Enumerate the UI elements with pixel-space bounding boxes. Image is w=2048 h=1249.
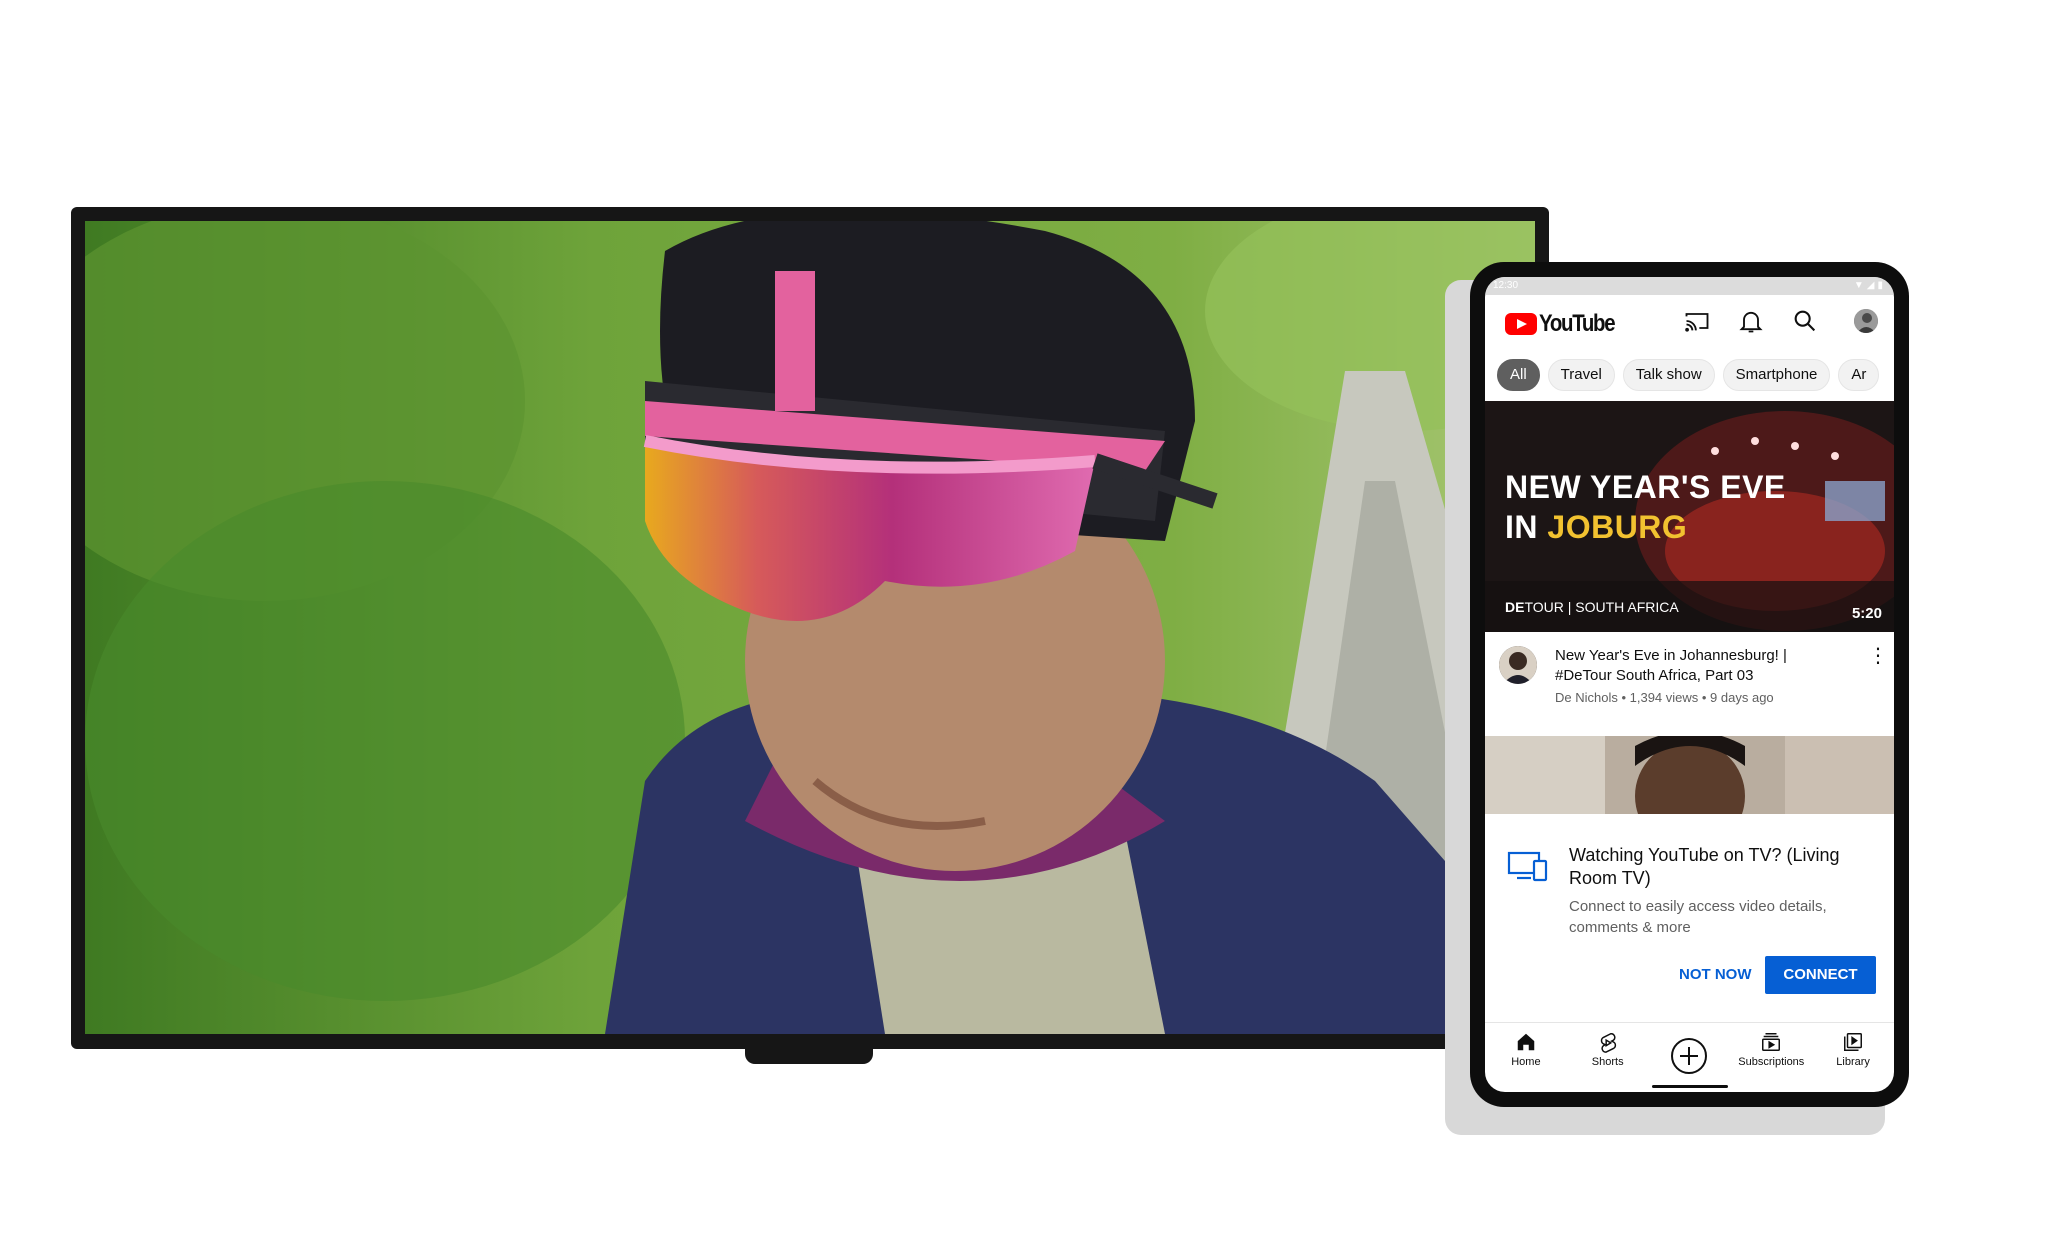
youtube-play-icon [1505, 313, 1537, 335]
nav-library[interactable]: Library [1812, 1023, 1894, 1083]
phone: 12:30 ▼◢▮ YouTube All Travel Talk show S… [1470, 262, 1909, 1107]
thumbnail-title-highlight: JOBURG [1547, 509, 1688, 545]
status-time: 12:30 [1493, 280, 1519, 291]
thumbnail-brand-bold: DE [1505, 599, 1525, 615]
tv [71, 207, 1549, 1049]
youtube-logo-text: YouTube [1539, 310, 1616, 337]
more-options-icon[interactable]: ⋮ [1868, 646, 1888, 670]
video-details[interactable]: New Year's Eve in Johannesburg! | #DeTou… [1485, 632, 1894, 736]
avatar[interactable] [1854, 309, 1878, 333]
library-icon [1844, 1033, 1863, 1051]
nav-shorts[interactable]: Shorts [1567, 1023, 1649, 1083]
bottom-nav: Home Shorts Subscriptions Library [1485, 1023, 1894, 1092]
dialog-body: Connect to easily access video details, … [1569, 898, 1827, 936]
chip-ar[interactable]: Ar [1838, 359, 1880, 391]
youtube-logo[interactable]: YouTube [1505, 310, 1628, 338]
nav-subscriptions-label: Subscriptions [1738, 1056, 1805, 1068]
dialog-title: Watching YouTube on TV? (Living Room TV) [1569, 845, 1840, 888]
thumbnail-title-line1: NEW YEAR'S EVE [1505, 469, 1786, 505]
nav-home-label: Home [1511, 1056, 1541, 1068]
subscriptions-icon [1762, 1033, 1781, 1051]
app-bar: YouTube [1485, 295, 1894, 347]
nav-create[interactable] [1649, 1023, 1731, 1083]
chip-travel[interactable]: Travel [1547, 359, 1615, 391]
thumbnail-brand-rest: TOUR | SOUTH AFRICA [1524, 599, 1679, 615]
video-metadata: De Nichols • 1,394 views • 9 days ago [1555, 690, 1774, 705]
chip-smartphone[interactable]: Smartphone [1722, 359, 1831, 391]
next-video-thumbnail[interactable] [1485, 736, 1894, 814]
nav-shorts-label: Shorts [1591, 1056, 1624, 1068]
shorts-icon [1600, 1033, 1616, 1053]
not-now-button[interactable]: NOT NOW [1667, 956, 1764, 994]
cast-icon[interactable] [1683, 307, 1711, 335]
featured-video-thumbnail[interactable]: NEW YEAR'S EVE IN JOBURG DETOUR | SOUTH … [1485, 401, 1894, 632]
home-indicator[interactable] [1652, 1085, 1728, 1088]
youtube-app-screen: 12:30 ▼◢▮ YouTube All Travel Talk show S… [1485, 277, 1894, 1092]
nav-home[interactable]: Home [1485, 1023, 1567, 1083]
status-bar: 12:30 ▼◢▮ [1485, 277, 1894, 295]
next-video-image [1485, 736, 1894, 814]
thumbnail-title-line2: IN JOBURG [1505, 507, 1786, 547]
thumbnail-brand: DETOUR | SOUTH AFRICA [1505, 599, 1679, 615]
home-icon [1517, 1033, 1535, 1051]
status-icons: ▼◢▮ [1853, 280, 1886, 291]
tv-video-player[interactable] [85, 221, 1535, 1034]
connect-tv-dialog: Watching YouTube on TV? (Living Room TV)… [1485, 814, 1894, 1024]
video-title[interactable]: New Year's Eve in Johannesburg! | #DeTou… [1555, 646, 1845, 686]
nav-subscriptions[interactable]: Subscriptions [1730, 1023, 1812, 1083]
tv-stand [745, 1039, 873, 1064]
search-icon[interactable] [1791, 307, 1819, 335]
filter-chips: All Travel Talk show Smartphone Ar [1497, 359, 1880, 391]
cyclist-video-frame [85, 221, 1535, 1034]
chip-talk-show[interactable]: Talk show [1622, 359, 1715, 391]
thumbnail-title-prefix: IN [1505, 509, 1548, 545]
video-duration: 5:20 [1851, 605, 1882, 622]
chip-all[interactable]: All [1497, 359, 1540, 391]
bell-icon[interactable] [1737, 307, 1765, 335]
tv-devices-icon [1507, 850, 1549, 882]
create-plus-icon [1671, 1038, 1708, 1074]
connect-button[interactable]: CONNECT [1765, 956, 1876, 994]
channel-avatar[interactable] [1499, 646, 1537, 684]
nav-library-label: Library [1836, 1056, 1870, 1068]
thumbnail-title: NEW YEAR'S EVE IN JOBURG [1505, 467, 1786, 547]
